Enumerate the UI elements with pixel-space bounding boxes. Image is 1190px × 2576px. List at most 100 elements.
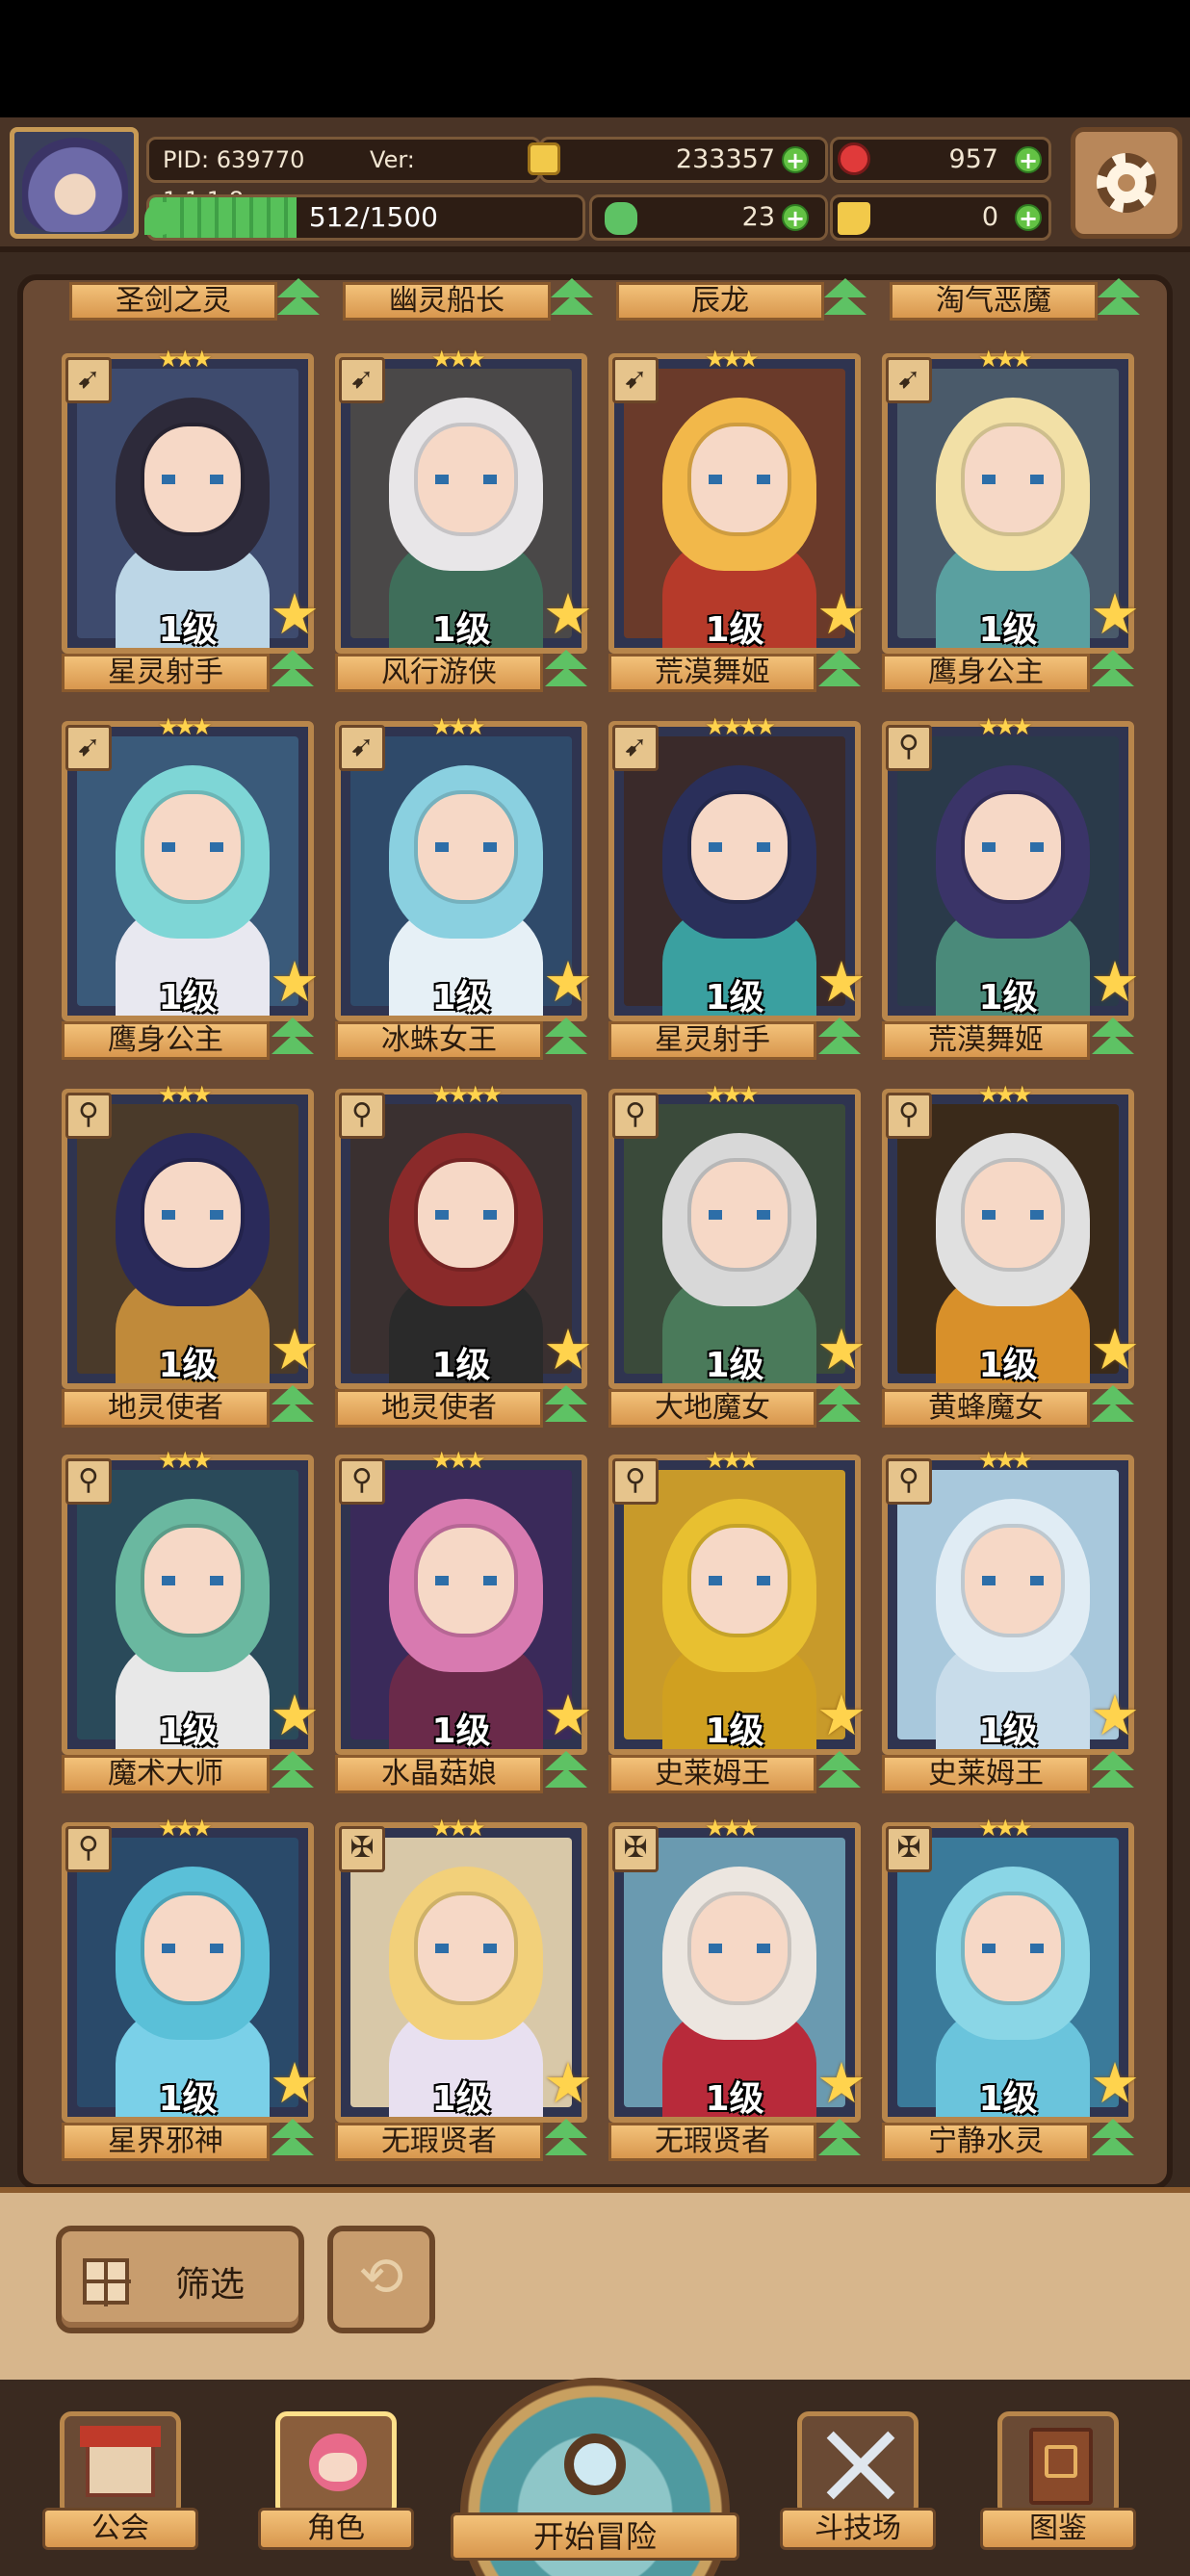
nav-arena[interactable]: 斗技场 <box>780 2411 936 2550</box>
star-upgrade-icon[interactable]: ★ <box>543 1687 593 1743</box>
star-upgrade-icon[interactable]: ★ <box>1090 1322 1140 1378</box>
character-card[interactable]: ⚲ ★★★ 1级 ★ 水晶菇娘 <box>335 1447 593 1793</box>
character-card[interactable]: ➹ ★★★ 1级 ★ 冰蛛女王 <box>335 713 593 1060</box>
star-upgrade-icon[interactable]: ★ <box>270 2055 320 2111</box>
upgrade-arrow-icon[interactable] <box>1088 1383 1138 1426</box>
upgrade-arrow-icon[interactable] <box>820 276 870 319</box>
rarity-stars: ★★★ <box>978 713 1033 740</box>
star-upgrade-icon[interactable]: ★ <box>270 1687 320 1743</box>
character-eyes <box>709 475 770 484</box>
character-card[interactable]: ➹ ★★★ 1级 ★ 荒漠舞姬 <box>608 346 867 692</box>
star-upgrade-icon[interactable]: ★ <box>543 2055 593 2111</box>
add-key-plus-icon[interactable]: + <box>1015 204 1042 231</box>
reset-filter-button[interactable]: ⟲ <box>327 2226 435 2333</box>
star-upgrade-icon[interactable]: ★ <box>816 954 867 1010</box>
upgrade-arrow-icon[interactable] <box>541 1749 591 1791</box>
top-row-name-2: 辰龙 <box>616 282 824 321</box>
nav-character[interactable]: 角色 <box>258 2411 414 2550</box>
upgrade-arrow-icon[interactable] <box>268 648 318 690</box>
upgrade-arrow-icon[interactable] <box>1088 1749 1138 1791</box>
character-card[interactable]: ⚲ ★★★ 1级 ★ 地灵使者 <box>62 1081 320 1428</box>
clover-value: 23 <box>741 202 775 232</box>
upgrade-arrow-icon[interactable] <box>1088 2117 1138 2159</box>
star-upgrade-icon[interactable]: ★ <box>1090 586 1140 642</box>
character-card[interactable]: ➹ ★★★ 1级 ★ 星灵射手 <box>62 346 320 692</box>
star-upgrade-icon[interactable]: ★ <box>1090 2055 1140 2111</box>
upgrade-arrow-icon[interactable] <box>541 2117 591 2159</box>
gear-icon <box>1097 153 1156 213</box>
add-clover-plus-icon[interactable]: + <box>782 204 809 231</box>
character-card[interactable]: ➹ ★★★ 1级 ★ 鹰身公主 <box>62 713 320 1060</box>
bow-class-icon: ➹ <box>612 725 659 771</box>
character-eyes <box>435 1944 497 1953</box>
rarity-stars: ★★★ <box>705 1447 760 1474</box>
star-upgrade-icon[interactable]: ★ <box>270 1322 320 1378</box>
character-card[interactable]: ✠ ★★★ 1级 ★ 无瑕贤者 <box>608 1815 867 2161</box>
star-upgrade-icon[interactable]: ★ <box>816 586 867 642</box>
character-card[interactable]: ✠ ★★★ 1级 ★ 无瑕贤者 <box>335 1815 593 2161</box>
upgrade-arrow-icon[interactable] <box>541 648 591 690</box>
rarity-stars: ★★★★ <box>431 1081 503 1108</box>
upgrade-arrow-icon[interactable] <box>815 1383 865 1426</box>
add-gold-plus-icon[interactable]: + <box>782 146 809 173</box>
character-portrait <box>624 369 845 648</box>
star-upgrade-icon[interactable]: ★ <box>270 586 320 642</box>
upgrade-arrow-icon[interactable] <box>815 648 865 690</box>
star-upgrade-icon[interactable]: ★ <box>816 2055 867 2111</box>
star-upgrade-icon[interactable]: ★ <box>1090 1687 1140 1743</box>
upgrade-arrow-icon[interactable] <box>547 276 597 319</box>
star-upgrade-icon[interactable]: ★ <box>543 1322 593 1378</box>
character-portrait <box>624 1838 845 2117</box>
character-card[interactable]: ⚲ ★★★ 1级 ★ 大地魔女 <box>608 1081 867 1428</box>
upgrade-arrow-icon[interactable] <box>273 276 323 319</box>
crossed-swords-icon <box>797 2411 918 2517</box>
upgrade-arrow-icon[interactable] <box>541 1016 591 1058</box>
bow-class-icon: ➹ <box>886 357 932 403</box>
character-card[interactable]: ➹ ★★★★ 1级 ★ 星灵射手 <box>608 713 867 1060</box>
magnifier-icon <box>564 2434 626 2495</box>
upgrade-arrow-icon[interactable] <box>268 1383 318 1426</box>
character-portrait <box>897 1838 1119 2117</box>
upgrade-arrow-icon[interactable] <box>268 1749 318 1791</box>
wand-class-icon: ⚲ <box>65 1826 112 1872</box>
upgrade-arrow-icon[interactable] <box>1088 1016 1138 1058</box>
character-card[interactable]: ⚲ ★★★ 1级 ★ 史莱姆王 <box>882 1447 1140 1793</box>
nav-codex[interactable]: 图鉴 <box>980 2411 1136 2550</box>
filter-button[interactable]: 筛选 <box>56 2226 304 2333</box>
upgrade-arrow-icon[interactable] <box>268 1016 318 1058</box>
nav-start-adventure[interactable]: 开始冒险 <box>451 2378 739 2576</box>
character-card[interactable]: ⚲ ★★★ 1级 ★ 星界邪神 <box>62 1815 320 2161</box>
settings-button[interactable] <box>1071 127 1182 239</box>
rarity-stars: ★★★ <box>158 346 213 373</box>
character-eyes <box>435 1210 497 1220</box>
gold-coin-icon <box>528 142 560 175</box>
upgrade-arrow-icon[interactable] <box>815 1749 865 1791</box>
energy-leaf-icon <box>144 202 177 235</box>
add-gem-plus-icon[interactable]: + <box>1015 146 1042 173</box>
star-upgrade-icon[interactable]: ★ <box>1090 954 1140 1010</box>
upgrade-arrow-icon[interactable] <box>1094 276 1144 319</box>
star-upgrade-icon[interactable]: ★ <box>270 954 320 1010</box>
player-avatar[interactable] <box>10 127 139 239</box>
star-upgrade-icon[interactable]: ★ <box>816 1322 867 1378</box>
star-upgrade-icon[interactable]: ★ <box>816 1687 867 1743</box>
bow-class-icon: ➹ <box>65 357 112 403</box>
character-card[interactable]: ⚲ ★★★ 1级 ★ 荒漠舞姬 <box>882 713 1140 1060</box>
character-eyes <box>709 842 770 852</box>
character-card[interactable]: ⚲ ★★★ 1级 ★ 黄蜂魔女 <box>882 1081 1140 1428</box>
star-upgrade-icon[interactable]: ★ <box>543 586 593 642</box>
upgrade-arrow-icon[interactable] <box>815 1016 865 1058</box>
upgrade-arrow-icon[interactable] <box>268 2117 318 2159</box>
upgrade-arrow-icon[interactable] <box>1088 648 1138 690</box>
character-card[interactable]: ✠ ★★★ 1级 ★ 宁静水灵 <box>882 1815 1140 2161</box>
star-upgrade-icon[interactable]: ★ <box>543 954 593 1010</box>
character-card[interactable]: ⚲ ★★★★ 1级 ★ 地灵使者 <box>335 1081 593 1428</box>
character-card[interactable]: ➹ ★★★ 1级 ★ 风行游侠 <box>335 346 593 692</box>
character-card[interactable]: ⚲ ★★★ 1级 ★ 史莱姆王 <box>608 1447 867 1793</box>
upgrade-arrow-icon[interactable] <box>815 2117 865 2159</box>
nav-guild[interactable]: 公会 <box>42 2411 198 2550</box>
character-card[interactable]: ➹ ★★★ 1级 ★ 鹰身公主 <box>882 346 1140 692</box>
character-card[interactable]: ⚲ ★★★ 1级 ★ 魔术大师 <box>62 1447 320 1793</box>
upgrade-arrow-icon[interactable] <box>541 1383 591 1426</box>
character-grid: 圣剑之灵 幽灵船长 辰龙 淘气恶魔 ➹ ★★★ 1级 ★ 星灵射手 ➹ ★★★ … <box>0 274 1190 2190</box>
